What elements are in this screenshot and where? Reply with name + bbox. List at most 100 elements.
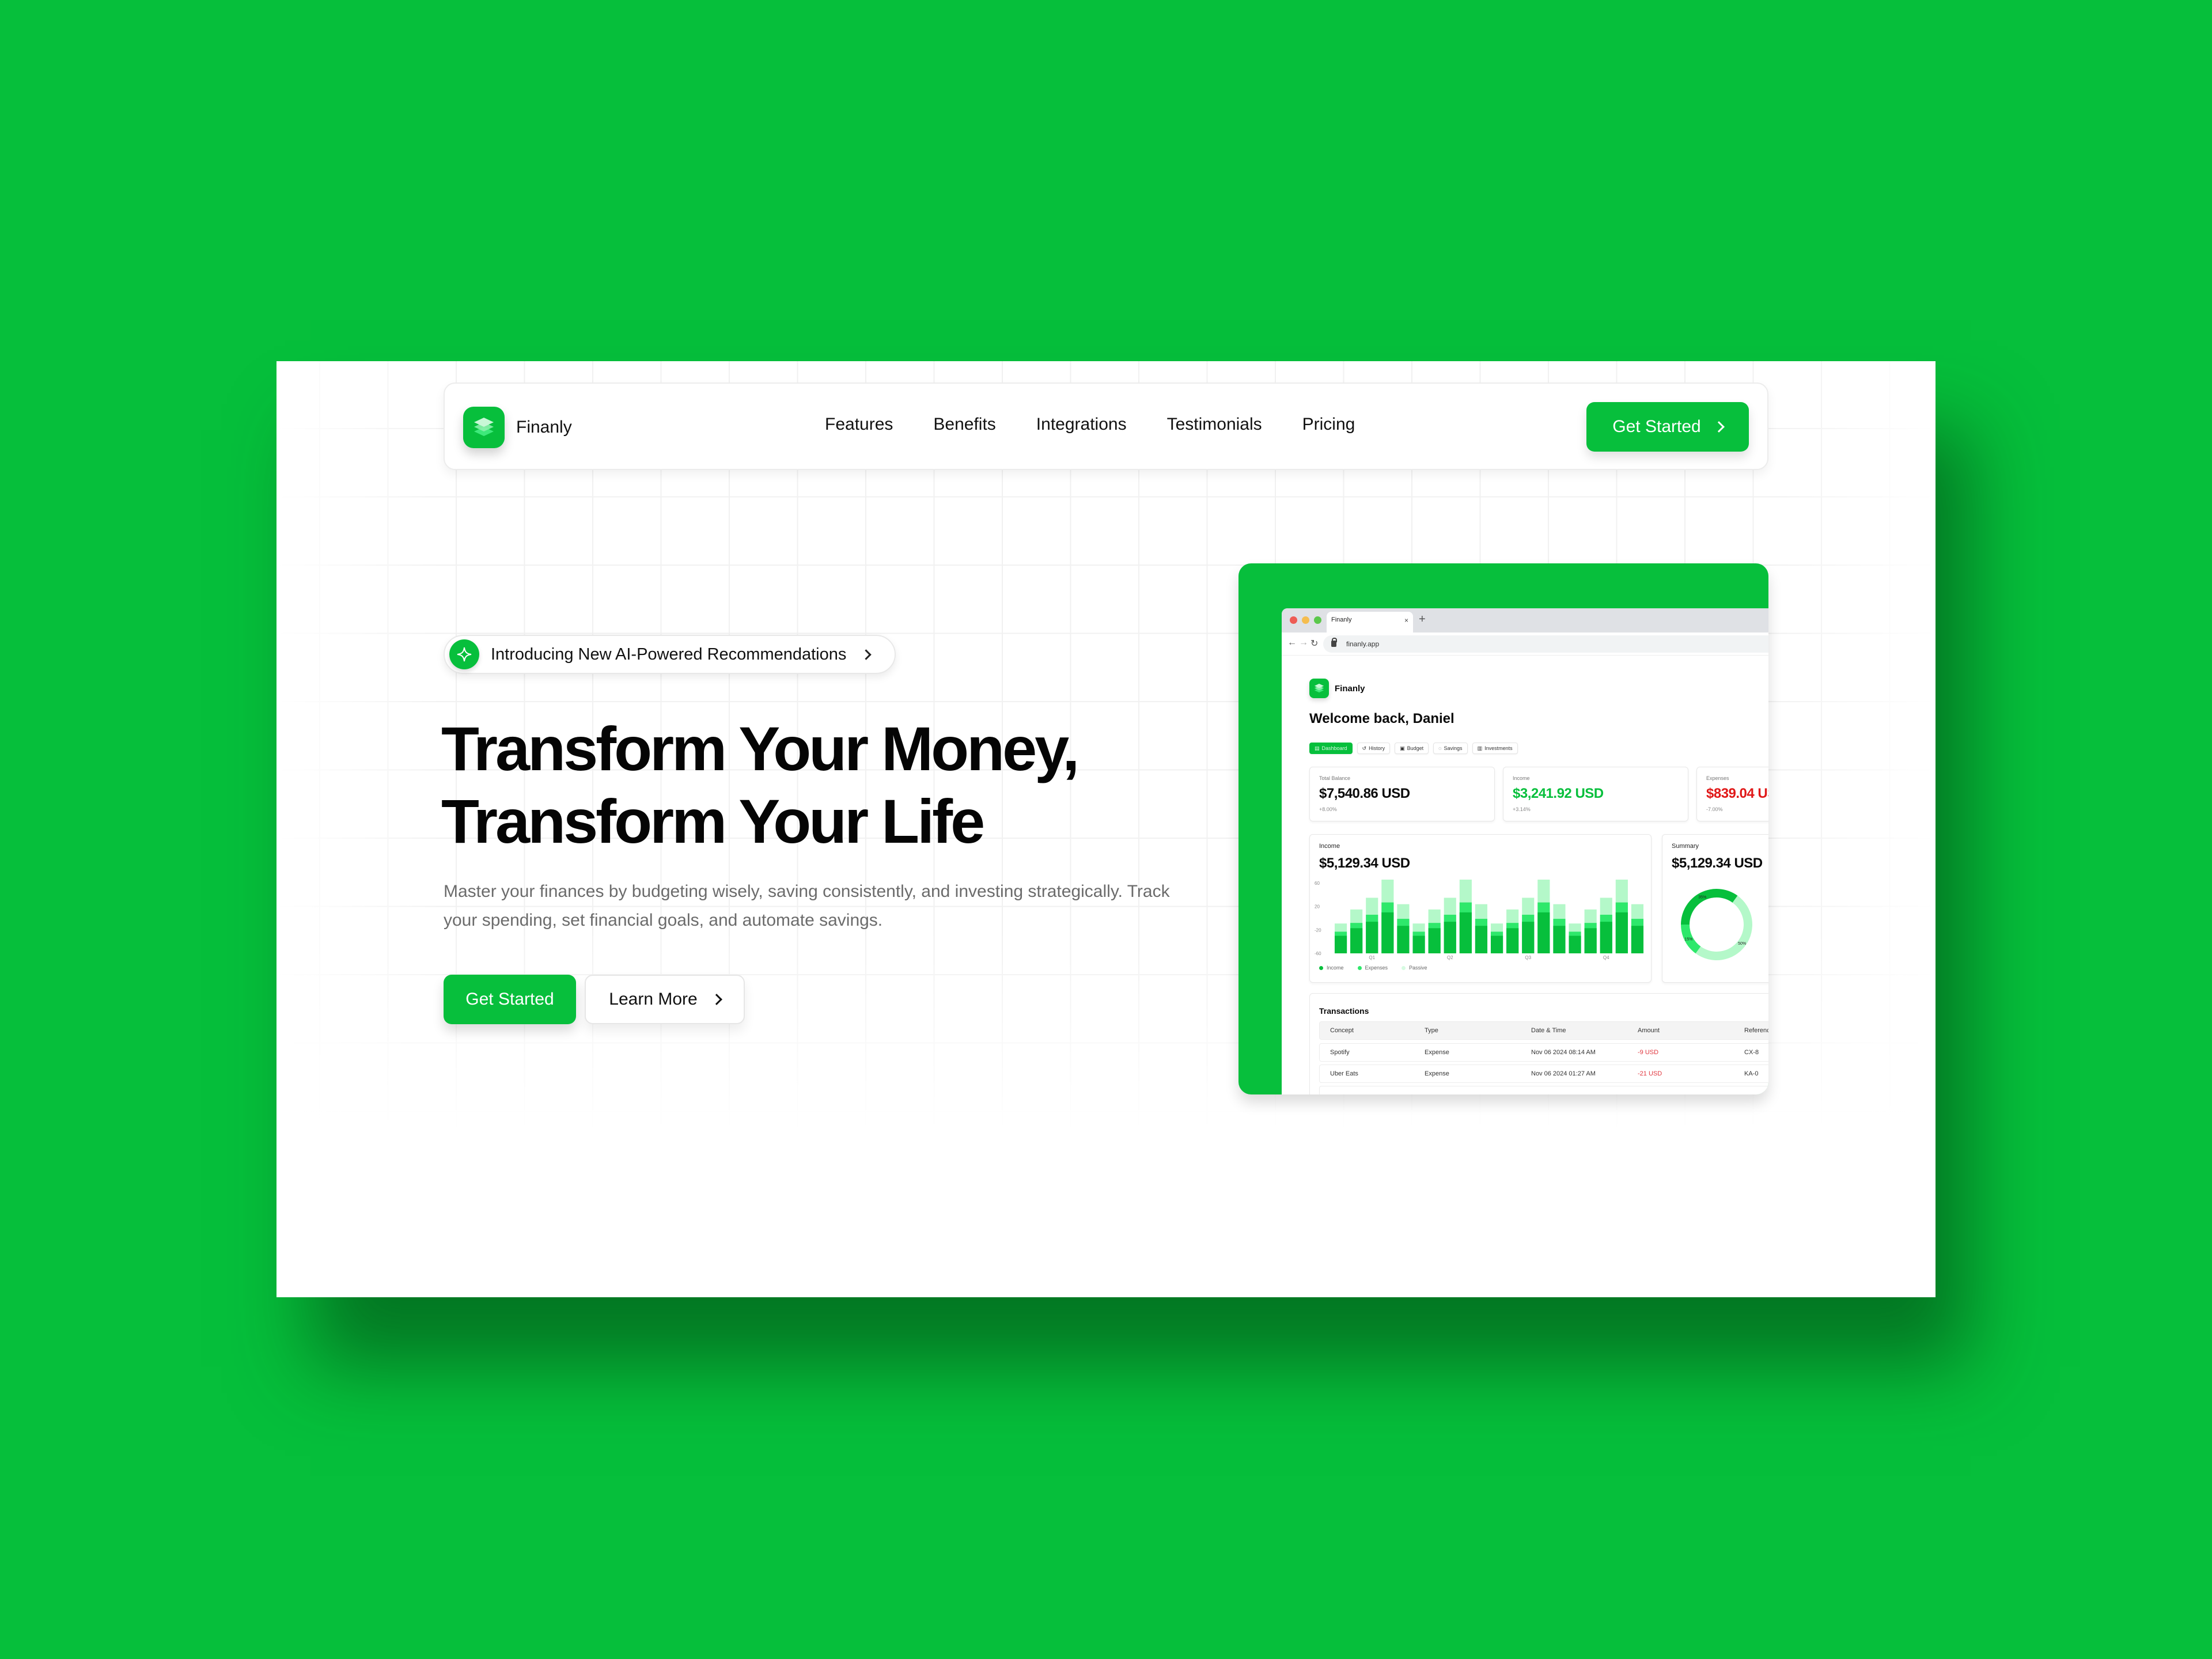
income-chart-card: Income $5,129.34 USD 60 20 -20 -60 Q1 Q2 Q3 Q4 … [1309, 834, 1652, 983]
forward-arrow-icon[interactable]: → [1299, 638, 1308, 648]
tab-budget[interactable]: ▣ Budget [1395, 743, 1429, 754]
stat-label: Total Balance [1319, 775, 1351, 781]
learn-more-button[interactable]: Learn More [585, 975, 745, 1024]
bar-income-9 [1459, 912, 1472, 953]
savings-icon: ◌ [1438, 745, 1442, 751]
tab-label: Savings [1444, 745, 1463, 751]
brand-logo[interactable]: Finanly [463, 407, 572, 448]
cell-concept: Uber Eats [1330, 1070, 1358, 1077]
bar-income-6 [1412, 935, 1425, 953]
learn-more-label: Learn More [609, 990, 698, 1009]
y-tick-label: -60 [1315, 951, 1321, 956]
table-row[interactable]: Uber Eats Expense Nov 06 2024 01:27 AM -… [1319, 1065, 1768, 1083]
plus-icon[interactable]: + [1419, 613, 1426, 626]
legend-item-expenses: Expenses [1357, 965, 1388, 971]
x-tick-label: Q1 [1369, 955, 1375, 960]
chevron-right-icon [861, 649, 872, 660]
legend-swatch [1357, 965, 1362, 970]
tab-investments[interactable]: ▥ Investments [1472, 743, 1518, 754]
legend-swatch [1402, 965, 1406, 970]
sparkle-icon [449, 639, 479, 669]
reload-icon[interactable]: ↻ [1310, 638, 1318, 649]
bar-income-16 [1569, 935, 1581, 953]
app-tab-bar: ▤ Dashboard ↺ History ▣ Budget ◌ Savings ▥ In… [1309, 743, 1518, 754]
browser-toolbar: ← → ↻ finanly.app [1282, 632, 1768, 656]
bar-income-11 [1490, 935, 1503, 953]
y-tick-label: -20 [1315, 927, 1321, 933]
donut-slice-label: 50% [1738, 942, 1746, 946]
donut-slice-label: 35% [1698, 895, 1706, 899]
tab-history[interactable]: ↺ History [1357, 743, 1391, 754]
table-row[interactable]: Spotify Expense Nov 06 2024 08:14 AM -9 … [1319, 1043, 1768, 1062]
tab-label: History [1369, 745, 1385, 751]
back-arrow-icon[interactable]: ← [1287, 638, 1297, 648]
lock-icon [1331, 638, 1337, 647]
app-brand-logo[interactable]: Finanly [1309, 679, 1365, 698]
cell-type: Expense [1425, 1070, 1449, 1077]
address-bar[interactable]: finanly.app [1323, 635, 1768, 653]
stat-label: Income [1513, 775, 1530, 781]
cell-datetime: Nov 06 2024 08:14 AM [1531, 1049, 1596, 1056]
legend-label: Income [1327, 965, 1344, 971]
table-row[interactable] [1319, 1086, 1768, 1094]
donut-slice-50 [1695, 895, 1752, 960]
announcement-badge[interactable]: Introducing New AI-Powered Recommendatio… [444, 635, 896, 674]
bar-income-8 [1444, 922, 1456, 953]
bar-income-10 [1475, 926, 1488, 953]
browser-tab[interactable]: Finanly × [1327, 612, 1413, 632]
col-type[interactable]: Type [1425, 1027, 1531, 1034]
stat-value: $7,540.86 USD [1319, 786, 1410, 801]
cell-amount: -9 USD [1638, 1049, 1659, 1056]
app-brand-name: Finanly [1335, 683, 1365, 694]
minimize-window-dot[interactable] [1302, 616, 1309, 624]
cell-reference: CX-8 [1744, 1049, 1759, 1056]
bar-income-20 [1631, 926, 1644, 953]
close-window-dot[interactable] [1290, 616, 1297, 624]
donut-slice-label: 15% [1684, 938, 1692, 942]
y-tick-label: 60 [1315, 881, 1320, 886]
investments-icon: ▥ [1477, 745, 1483, 751]
chevron-right-icon [1713, 421, 1725, 433]
tab-savings[interactable]: ◌ Savings [1433, 743, 1468, 754]
tab-dashboard[interactable]: ▤ Dashboard [1309, 743, 1353, 754]
stat-card-income: Income $3,241.92 USD +3.14% [1503, 767, 1688, 821]
transactions-card: Transactions Concept Type Date & Time Am… [1309, 993, 1768, 1094]
nav-link-pricing[interactable]: Pricing [1302, 415, 1355, 434]
col-reference[interactable]: Reference [1744, 1027, 1768, 1034]
tab-label: Investments [1484, 745, 1513, 751]
bar-income-3 [1366, 922, 1378, 953]
stat-card-total-balance: Total Balance $7,540.86 USD +8.00% [1309, 767, 1495, 821]
col-datetime[interactable]: Date & Time [1531, 1027, 1638, 1034]
cell-type: Expense [1425, 1049, 1449, 1056]
nav-link-integrations[interactable]: Integrations [1036, 415, 1127, 434]
layers-icon [1309, 679, 1329, 698]
get-started-button[interactable]: Get Started [444, 975, 576, 1024]
nav-link-features[interactable]: Features [825, 415, 893, 434]
chevron-right-icon [710, 994, 722, 1005]
brand-name: Finanly [516, 418, 572, 437]
bar-income-19 [1615, 912, 1628, 953]
close-icon[interactable]: × [1404, 616, 1408, 624]
nav-get-started-button[interactable]: Get Started [1586, 402, 1749, 452]
stat-delta: +3.14% [1513, 806, 1531, 812]
donut-slice-35 [1681, 889, 1738, 925]
col-concept[interactable]: Concept [1320, 1027, 1425, 1034]
maximize-window-dot[interactable] [1314, 616, 1321, 624]
nav-get-started-label: Get Started [1612, 417, 1701, 436]
browser-tab-title: Finanly [1331, 616, 1352, 623]
welcome-heading: Welcome back, Daniel [1309, 711, 1455, 726]
summary-donut-chart: 35% 50% 15% [1681, 889, 1752, 960]
tab-label: Budget [1407, 745, 1424, 751]
chart-legend: Income Expenses Passive [1319, 965, 1427, 971]
stat-delta: -7.00% [1706, 806, 1723, 812]
top-navbar: Finanly Features Benefits Integrations T… [444, 382, 1768, 470]
legend-item-income: Income [1319, 965, 1344, 971]
url-text: finanly.app [1346, 640, 1380, 648]
x-tick-label: Q3 [1525, 955, 1531, 960]
cell-reference: KA-0 [1744, 1070, 1759, 1077]
cell-amount: -21 USD [1638, 1070, 1662, 1077]
col-amount[interactable]: Amount [1638, 1027, 1744, 1034]
nav-link-testimonials[interactable]: Testimonials [1167, 415, 1262, 434]
x-tick-label: Q2 [1447, 955, 1453, 960]
nav-link-benefits[interactable]: Benefits [933, 415, 995, 434]
